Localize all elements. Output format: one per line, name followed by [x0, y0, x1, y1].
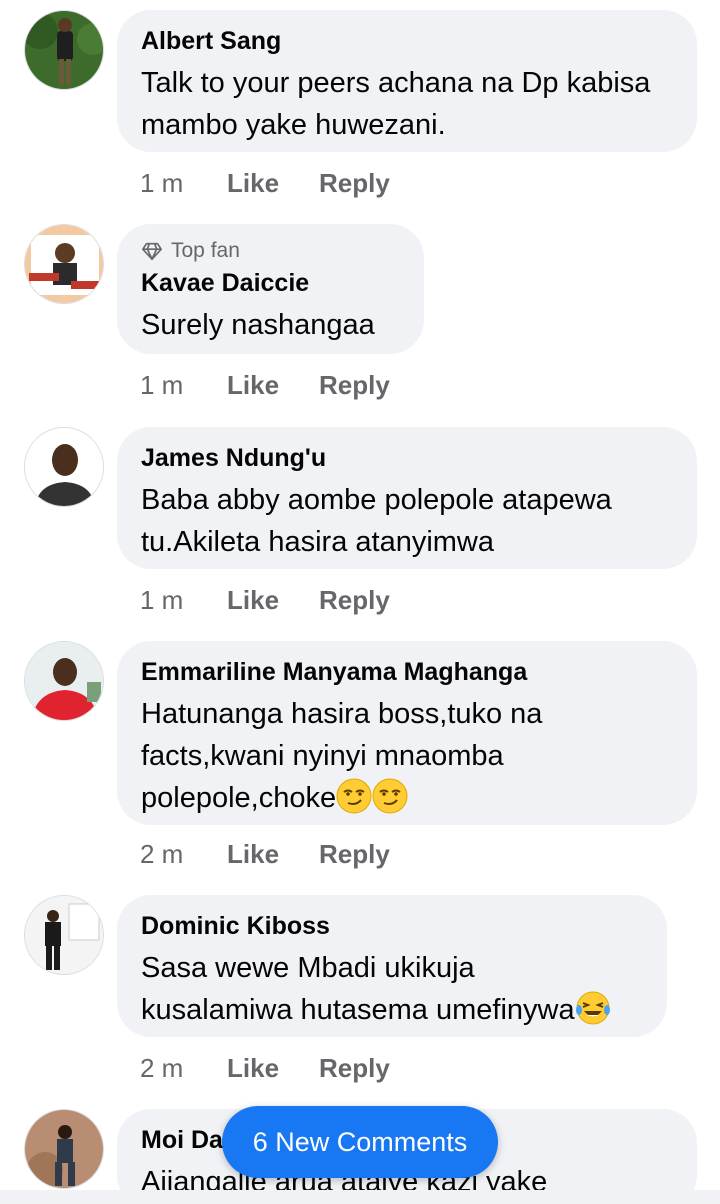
avatar[interactable] [24, 641, 104, 721]
comment-text-line: kusalamiwa hutasema umefinywa [141, 989, 643, 1031]
new-comments-button[interactable]: 6 New Comments [222, 1106, 498, 1178]
comment-text: Hatunanga hasira boss,tuko na facts,kwan… [141, 693, 673, 819]
avatar[interactable] [24, 427, 104, 507]
reply-button[interactable]: Reply [319, 370, 390, 401]
comment-text-line: facts,kwani nyinyi mnaomba [141, 740, 504, 772]
comment-time[interactable]: 1 m [140, 585, 227, 616]
avatar[interactable] [24, 1109, 104, 1189]
comment-text-line-part: polepole,choke [141, 782, 337, 814]
comment-author[interactable]: Dominic Kiboss [141, 911, 643, 941]
comment-text-line-part: kusalamiwa hutasema umefinywa [141, 994, 575, 1026]
comment-text-line: Hatunanga hasira boss,tuko na [141, 698, 543, 730]
comment-bubble: Top fan Kavae Daiccie Surely nashangaa [117, 224, 424, 354]
reply-button[interactable]: Reply [319, 1053, 390, 1084]
comment-text: Surely nashangaa [141, 309, 375, 341]
comment-text-line: Sasa wewe Mbadi ukikuja [141, 952, 475, 984]
like-button[interactable]: Like [227, 168, 319, 199]
comment-bubble: Emmariline Manyama Maghanga Hatunanga ha… [117, 641, 697, 825]
comment-time[interactable]: 2 m [140, 1053, 227, 1084]
like-button[interactable]: Like [227, 370, 319, 401]
badge-label: Top fan [171, 239, 240, 262]
like-button[interactable]: Like [227, 839, 319, 870]
avatar[interactable] [24, 224, 104, 304]
like-button[interactable]: Like [227, 585, 319, 616]
avatar[interactable] [24, 895, 104, 975]
tears-of-joy-emoji [575, 991, 610, 1025]
comment-author[interactable]: Albert Sang [141, 26, 673, 56]
next-comment-edge [0, 1190, 720, 1204]
comment-text: Sasa wewe Mbadi ukikuja kusalamiwa hutas… [141, 947, 643, 1031]
like-button[interactable]: Like [227, 1053, 319, 1084]
comment-actions: 1 m Like Reply [140, 370, 390, 401]
reply-button[interactable]: Reply [319, 839, 390, 870]
reply-button[interactable]: Reply [319, 585, 390, 616]
comment-actions: 2 m Like Reply [140, 1053, 390, 1084]
comment-bubble: Dominic Kiboss Sasa wewe Mbadi ukikuja k… [117, 895, 667, 1037]
comment-author[interactable]: Kavae Daiccie [141, 268, 400, 298]
comment-actions: 1 m Like Reply [140, 168, 390, 199]
comment-time[interactable]: 2 m [140, 839, 227, 870]
comment-time[interactable]: 1 m [140, 168, 227, 199]
comment-text: Talk to your peers achana na Dp kabisa m… [141, 67, 651, 141]
comment-text-line: polepole,choke [141, 777, 673, 819]
comments-feed: Albert Sang Talk to your peers achana na… [0, 0, 720, 1204]
comment-bubble: James Ndung'u Baba abby aombe polepole a… [117, 427, 697, 569]
smirking-face-emoji [372, 778, 408, 814]
comment-author[interactable]: Emmariline Manyama Maghanga [141, 657, 673, 687]
comment-author[interactable]: James Ndung'u [141, 443, 673, 473]
comment-bubble: Albert Sang Talk to your peers achana na… [117, 10, 697, 152]
comment-actions: 2 m Like Reply [140, 839, 390, 870]
comment-text: Baba abby aombe polepole atapewa tu.Akil… [141, 484, 612, 558]
smirking-face-emoji [336, 778, 372, 814]
top-fan-badge: Top fan [141, 238, 400, 264]
reply-button[interactable]: Reply [319, 168, 390, 199]
avatar[interactable] [24, 10, 104, 90]
comment-actions: 1 m Like Reply [140, 585, 390, 616]
comment-time[interactable]: 1 m [140, 370, 227, 401]
diamond-icon [142, 242, 162, 261]
